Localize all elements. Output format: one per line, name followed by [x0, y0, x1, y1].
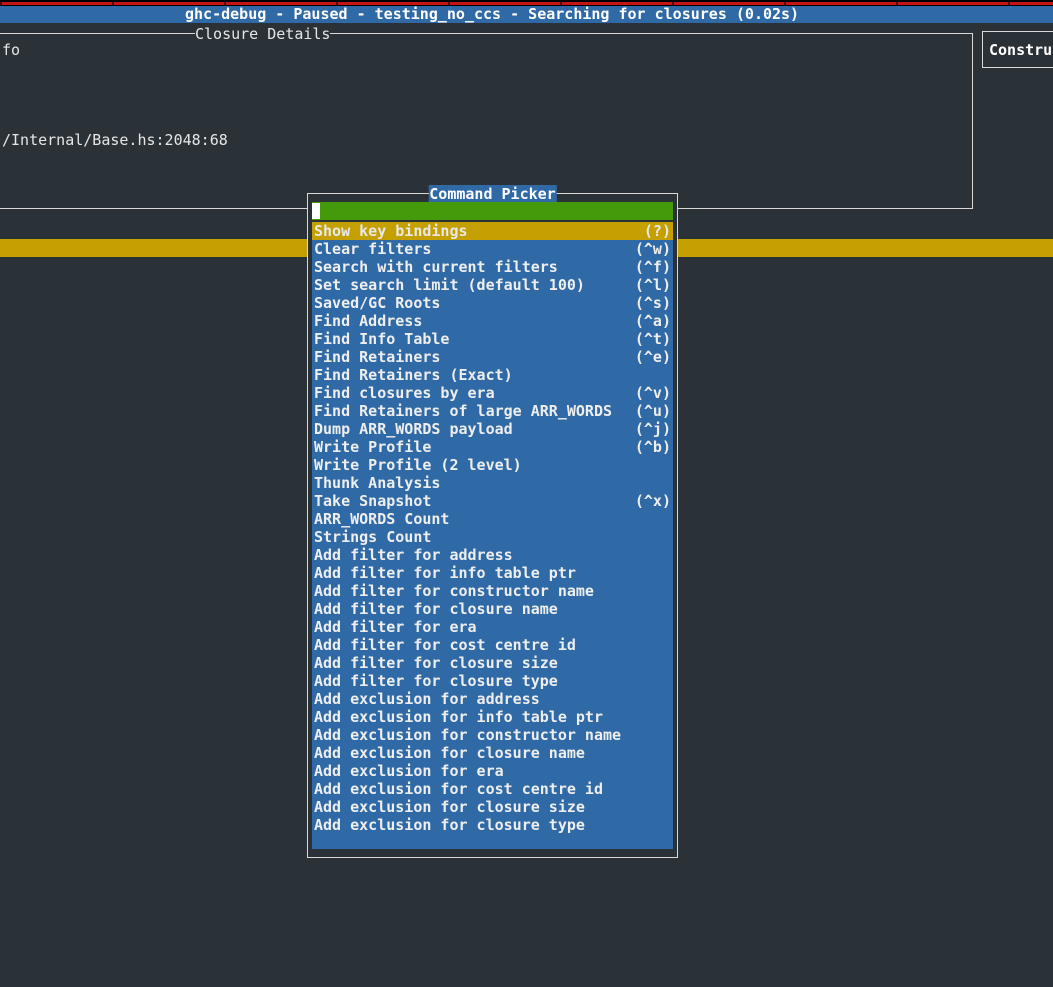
command-list-item[interactable]: Add exclusion for cost centre id	[312, 780, 673, 798]
command-label: Find Address	[314, 312, 422, 330]
app-title-bar: ghc-debug - Paused - testing_no_ccs - Se…	[0, 6, 1053, 23]
command-label: Find Retainers of large ARR_WORDS	[314, 402, 612, 420]
command-label: Saved/GC Roots	[314, 294, 440, 312]
command-label: Write Profile	[314, 438, 431, 456]
command-shortcut: (^u)	[635, 402, 671, 420]
command-list-item[interactable]: Find Info Table (^t)	[312, 330, 673, 348]
command-list-item[interactable]: Thunk Analysis	[312, 474, 673, 492]
command-list-item[interactable]: Find Retainers (Exact)	[312, 366, 673, 384]
command-shortcut: (^x)	[635, 492, 671, 510]
command-list-item[interactable]: ARR_WORDS Count	[312, 510, 673, 528]
command-shortcut: (^j)	[635, 420, 671, 438]
command-label: Add filter for closure name	[314, 600, 558, 618]
command-list-item[interactable]: Add exclusion for era	[312, 762, 673, 780]
command-list-item[interactable]: Write Profile (2 level)	[312, 456, 673, 474]
command-label: ARR_WORDS Count	[314, 510, 449, 528]
command-list-item[interactable]: Show key bindings (?)	[312, 222, 673, 240]
command-shortcut: (^b)	[635, 438, 671, 456]
command-list: Show key bindings (?) Clear filters (^w)…	[312, 222, 673, 849]
command-label: Clear filters	[314, 240, 431, 258]
command-list-item[interactable]: Set search limit (default 100) (^l)	[312, 276, 673, 294]
command-label: Add filter for closure size	[314, 654, 558, 672]
command-list-item[interactable]: Search with current filters (^f)	[312, 258, 673, 276]
closure-details-panel: Closure Details fo /Internal/Base.hs:204…	[0, 33, 973, 209]
command-label: Add exclusion for closure type	[314, 816, 585, 834]
closure-details-title: Closure Details	[195, 25, 330, 43]
command-label: Add exclusion for address	[314, 690, 540, 708]
command-list-item[interactable]: Add filter for info table ptr	[312, 564, 673, 582]
command-label: Thunk Analysis	[314, 474, 440, 492]
command-list-item[interactable]: Saved/GC Roots (^s)	[312, 294, 673, 312]
text-cursor	[312, 203, 320, 219]
command-picker-dialog: Command Picker Show key bindings (?) Cle…	[307, 193, 678, 858]
command-list-item[interactable]: Add filter for closure type	[312, 672, 673, 690]
closure-source-location: /Internal/Base.hs:2048:68	[2, 131, 228, 149]
command-label: Add filter for closure type	[314, 672, 558, 690]
command-label: Find Retainers (Exact)	[314, 366, 513, 384]
constructor-panel-label: Construc	[989, 41, 1053, 59]
command-label: Dump ARR_WORDS payload	[314, 420, 513, 438]
constructor-panel: Construc	[982, 31, 1053, 68]
command-label: Search with current filters	[314, 258, 558, 276]
command-label: Find Retainers	[314, 348, 440, 366]
command-search-input[interactable]	[312, 202, 673, 220]
command-shortcut: (^a)	[635, 312, 671, 330]
command-list-item[interactable]: Add filter for address	[312, 546, 673, 564]
command-list-item[interactable]: Clear filters (^w)	[312, 240, 673, 258]
command-list-item[interactable]: Add filter for closure name	[312, 600, 673, 618]
command-shortcut: (^v)	[635, 384, 671, 402]
command-label: Add exclusion for era	[314, 762, 504, 780]
command-list-item[interactable]: Add filter for era	[312, 618, 673, 636]
command-label: Show key bindings	[314, 222, 468, 240]
command-label: Add exclusion for closure size	[314, 798, 585, 816]
command-label: Add filter for era	[314, 618, 477, 636]
command-list-item[interactable]: Add exclusion for constructor name	[312, 726, 673, 744]
command-list-item[interactable]: Add filter for closure size	[312, 654, 673, 672]
command-list-item[interactable]: Strings Count	[312, 528, 673, 546]
command-label: Add filter for address	[314, 546, 513, 564]
command-shortcut: (^l)	[635, 276, 671, 294]
closure-info-line: fo	[2, 41, 20, 59]
command-label: Find Info Table	[314, 330, 449, 348]
command-label: Add filter for info table ptr	[314, 564, 576, 582]
command-list-item[interactable]: Add exclusion for closure name	[312, 744, 673, 762]
command-list-item[interactable]: Add exclusion for closure size	[312, 798, 673, 816]
command-shortcut: (^w)	[635, 240, 671, 258]
command-label: Take Snapshot	[314, 492, 431, 510]
command-label: Find closures by era	[314, 384, 495, 402]
command-list-item[interactable]: Add filter for cost centre id	[312, 636, 673, 654]
terminal-screen: ghc-debug - Paused - testing_no_ccs - Se…	[0, 0, 1053, 987]
command-label: Write Profile (2 level)	[314, 456, 522, 474]
command-list-item[interactable]: Add exclusion for address	[312, 690, 673, 708]
command-picker-title: Command Picker	[428, 185, 556, 203]
command-list-item[interactable]: Take Snapshot (^x)	[312, 492, 673, 510]
command-list-item[interactable]: Find Address (^a)	[312, 312, 673, 330]
command-list-item[interactable]: Add exclusion for closure type	[312, 816, 673, 834]
command-shortcut: (?)	[644, 222, 671, 240]
command-label: Add filter for cost centre id	[314, 636, 576, 654]
command-label: Set search limit (default 100)	[314, 276, 585, 294]
app-title: ghc-debug - Paused - testing_no_ccs - Se…	[185, 6, 799, 23]
command-list-item[interactable]: Find closures by era (^v)	[312, 384, 673, 402]
command-label: Add exclusion for info table ptr	[314, 708, 603, 726]
command-label: Add exclusion for closure name	[314, 744, 585, 762]
command-list-item[interactable]: Add exclusion for info table ptr	[312, 708, 673, 726]
command-shortcut: (^t)	[635, 330, 671, 348]
command-list-item[interactable]: Write Profile (^b)	[312, 438, 673, 456]
command-label: Add filter for constructor name	[314, 582, 594, 600]
command-list-item[interactable]: Find Retainers (^e)	[312, 348, 673, 366]
command-list-item[interactable]: Find Retainers of large ARR_WORDS (^u)	[312, 402, 673, 420]
command-label: Add exclusion for cost centre id	[314, 780, 603, 798]
command-list-item[interactable]: Add filter for constructor name	[312, 582, 673, 600]
command-shortcut: (^f)	[635, 258, 671, 276]
command-shortcut: (^s)	[635, 294, 671, 312]
command-label: Add exclusion for constructor name	[314, 726, 621, 744]
command-list-item[interactable]: Dump ARR_WORDS payload (^j)	[312, 420, 673, 438]
command-label: Strings Count	[314, 528, 431, 546]
command-shortcut: (^e)	[635, 348, 671, 366]
